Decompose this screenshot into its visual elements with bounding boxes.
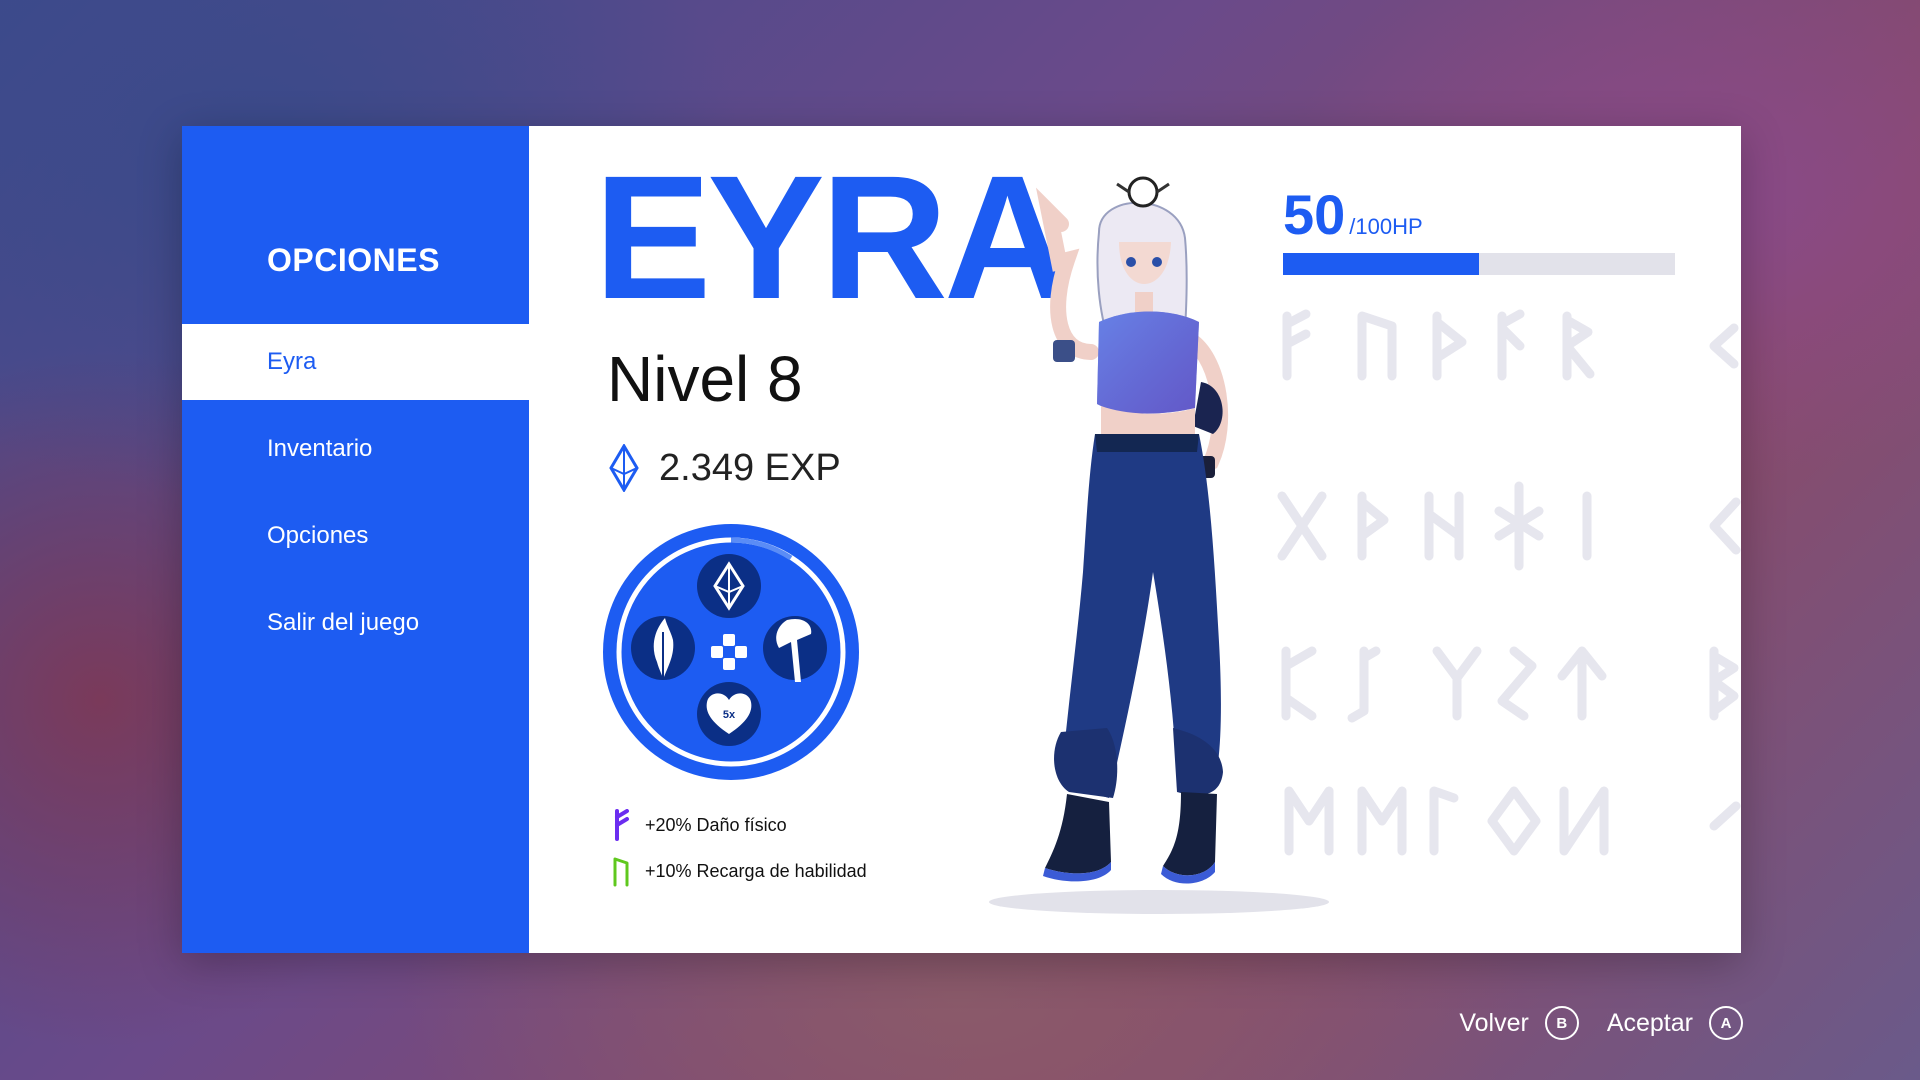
- character-illustration: [989, 176, 1329, 914]
- menu-item-salir[interactable]: Salir del juego: [182, 585, 529, 661]
- buff-label: +20% Daño físico: [645, 814, 787, 835]
- buff-item: +10% Recarga de habilidad: [611, 848, 867, 894]
- buff-label: +10% Recarga de habilidad: [645, 860, 867, 881]
- hp-current: 50: [1283, 183, 1346, 246]
- hp-bar: [1283, 253, 1675, 275]
- buff-list: +20% Daño físico +10% Recarga de habilid…: [611, 802, 867, 894]
- crystal-icon[interactable]: [697, 554, 761, 618]
- flame-feather-icon[interactable]: [631, 616, 695, 680]
- character-content: EYRA Nivel 8 2.349 EXP 5x +20% Daño físi…: [529, 126, 1741, 953]
- a-button-icon[interactable]: A: [1709, 1006, 1743, 1040]
- back-label: Volver: [1459, 1008, 1529, 1037]
- hp-bar-fill: [1283, 253, 1479, 275]
- heart-count: 5x: [723, 709, 736, 721]
- sidebar-title: OPCIONES: [267, 242, 440, 278]
- sidebar-menu: Eyra Inventario Opciones Salir del juego: [182, 324, 529, 672]
- sidebar: OPCIONES Eyra Inventario Opciones Salir …: [182, 126, 529, 953]
- menu-item-inventario[interactable]: Inventario: [182, 411, 529, 487]
- accept-label: Aceptar: [1606, 1008, 1693, 1037]
- ability-wheel[interactable]: 5x: [601, 522, 861, 782]
- crystal-icon: [609, 444, 639, 492]
- experience-value: 2.349 EXP: [659, 446, 841, 489]
- b-button-icon[interactable]: B: [1544, 1006, 1579, 1040]
- rune-pattern-background: [1277, 309, 1741, 856]
- hp-display: 50/100HP: [1283, 182, 1675, 275]
- uruz-rune-icon: [613, 857, 629, 887]
- controller-hints: Volver B Aceptar A: [1459, 1006, 1743, 1040]
- hp-max: /100HP: [1349, 214, 1423, 239]
- character-level: Nivel 8: [607, 343, 803, 415]
- heart-icon[interactable]: 5x: [697, 682, 761, 746]
- buff-item: +20% Daño físico: [611, 802, 867, 848]
- fehu-rune-icon: [615, 809, 629, 841]
- menu-item-opciones[interactable]: Opciones: [182, 498, 529, 574]
- menu-item-eyra[interactable]: Eyra: [182, 324, 529, 400]
- experience: 2.349 EXP: [609, 444, 841, 492]
- character-menu-panel: OPCIONES Eyra Inventario Opciones Salir …: [182, 126, 1741, 953]
